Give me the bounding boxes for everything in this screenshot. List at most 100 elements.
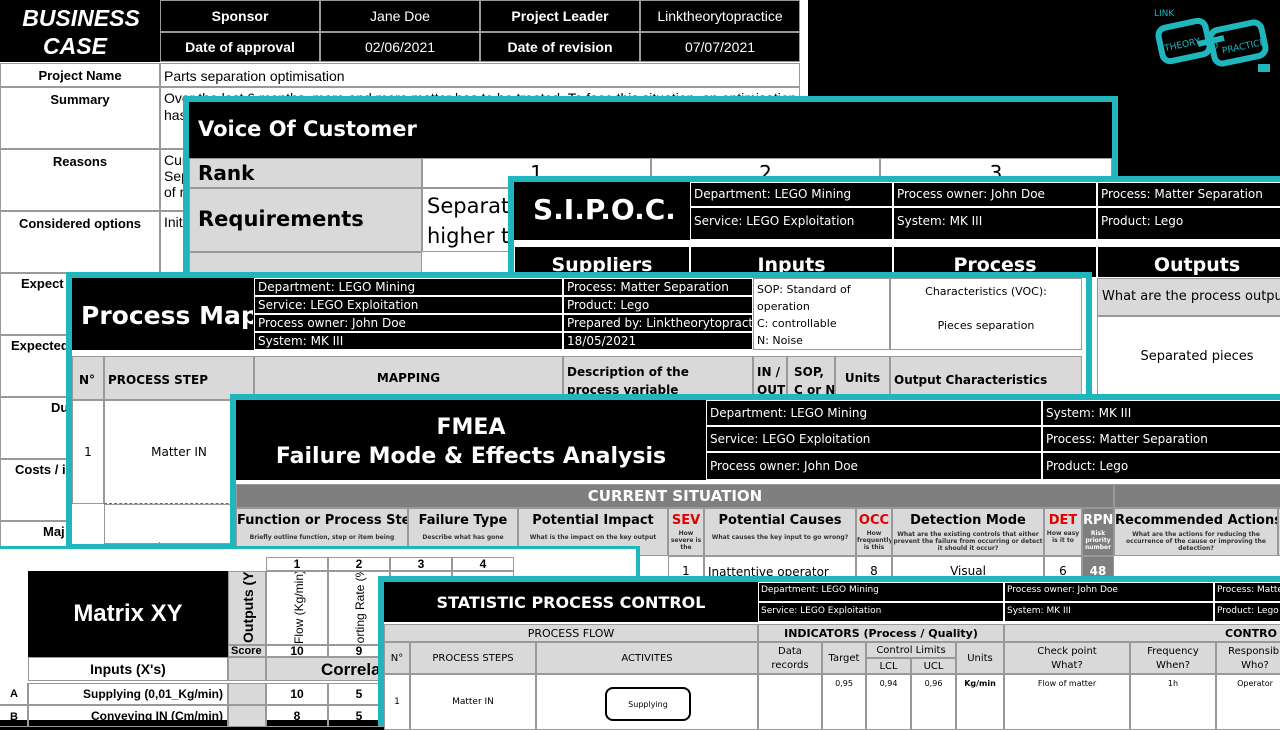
pm-row1-n: 1 — [72, 400, 104, 504]
matrix-row-b-name[interactable]: Conveying IN (Cm/min) — [28, 705, 228, 727]
fmea-owner: Process owner: John Doe — [706, 452, 1042, 480]
revision-label: Date of revision — [480, 32, 640, 62]
spc-sheet: STATISTIC PROCESS CONTROL Department: LE… — [378, 576, 1280, 730]
fmea-situation-right — [1114, 484, 1280, 508]
fmea-department: Department: LEGO Mining — [706, 400, 1042, 426]
fmea-system: System: MK III — [1042, 400, 1280, 426]
matrix-output-1[interactable]: Flow (Kg/min) — [266, 571, 328, 645]
voc-title: Voice Of Customer — [189, 102, 1112, 158]
spc-h-target: Target — [822, 642, 866, 674]
spc-department: Department: LEGO Mining — [758, 582, 1004, 602]
svg-text:TO: TO — [1204, 41, 1219, 54]
row-reasons: Reasons — [0, 149, 160, 211]
matrix-row-b-letter: B — [0, 705, 28, 727]
pm-prepared: Prepared by: Linktheorytopractice — [563, 314, 753, 332]
pm-characteristics: Characteristics (VOC): Pieces separation — [890, 278, 1082, 350]
spc-h-data: Data records — [758, 642, 822, 674]
fmea-service: Service: LEGO Exploitation — [706, 426, 1042, 452]
voc-requirements-label: Requirements — [189, 188, 422, 252]
fmea-h-det: DET How easy is it to — [1044, 508, 1082, 556]
spc-h-lcl: LCL — [866, 658, 911, 674]
matrix-col-2: 2 — [328, 557, 390, 571]
matrix-title: Matrix XY — [28, 571, 228, 657]
voc-rank-label: Rank — [189, 158, 422, 188]
spc-row-responsible[interactable]: Operator — [1216, 674, 1280, 730]
approval-label: Date of approval — [160, 32, 320, 62]
pm-product: Product: Lego — [563, 296, 753, 314]
approval-value[interactable]: 02/06/2021 — [320, 32, 480, 62]
sipoc-process: Process: Matter Separation — [1097, 182, 1280, 207]
pm-process: Process: Matter Separation — [563, 278, 753, 296]
sponsor-value[interactable]: Jane Doe — [320, 0, 480, 32]
spc-h-frequency: Frequency When? — [1130, 642, 1216, 674]
leader-value[interactable]: Linktheorytopractice — [640, 0, 800, 32]
pm-service: Service: LEGO Exploitation — [254, 296, 563, 314]
spc-row-data[interactable] — [758, 674, 822, 730]
spc-process: Process: Matter — [1214, 582, 1280, 602]
sponsor-label: Sponsor — [160, 0, 320, 32]
fmea-h-occ: OCC How frequently is this — [856, 508, 892, 556]
matrix-row-a-v1[interactable]: 10 — [266, 683, 328, 705]
svg-text:LINK: LINK — [1154, 9, 1175, 19]
spc-h-n: N° — [384, 642, 410, 674]
fmea-h-rpn: RPN Risk priority number — [1082, 508, 1114, 556]
matrix-outputs-label: Outputs (Y's) — [228, 571, 266, 645]
pm-owner: Process owner: John Doe — [254, 314, 563, 332]
spc-service: Service: LEGO Exploitation — [758, 602, 1004, 622]
spc-h-units: Units — [956, 642, 1004, 674]
spc-row-n: 1 — [384, 674, 410, 730]
matrix-inputs-label: Inputs (X's) — [28, 657, 228, 681]
process-map-title: Process Map — [72, 278, 254, 350]
spc-row-lcl[interactable]: 0,94 — [866, 674, 911, 730]
spc-row-step[interactable]: Matter IN — [410, 674, 536, 730]
business-case-title: BUSINESS CASE — [0, 0, 160, 62]
spc-indicators: INDICATORS (Process / Quality) — [758, 624, 1004, 642]
spc-row-ucl[interactable]: 0,96 — [911, 674, 956, 730]
svg-text:THEORY: THEORY — [1163, 37, 1202, 55]
spc-activity-box[interactable]: Supplying — [605, 687, 691, 721]
spc-h-limits: Control Limits — [866, 642, 956, 658]
logo-graphic: LINK THEORY TO PRACTICE — [1154, 9, 1270, 72]
pm-date: 18/05/2021 — [563, 332, 753, 350]
spc-control: CONTRO — [1004, 624, 1280, 642]
spc-title: STATISTIC PROCESS CONTROL — [384, 582, 758, 622]
row-summary: Summary — [0, 87, 160, 149]
project-name-value[interactable]: Parts separation optimisation — [160, 63, 800, 87]
fmea-process: Process: Matter Separation — [1042, 426, 1280, 452]
matrix-row-b-v1[interactable]: 8 — [266, 705, 328, 727]
pm-system: System: MK III — [254, 332, 563, 350]
spc-process-flow: PROCESS FLOW — [384, 624, 758, 642]
fmea-current-situation: CURRENT SITUATION — [236, 484, 1114, 508]
revision-value[interactable]: 07/07/2021 — [640, 32, 800, 62]
fmea-product: Product: Lego — [1042, 452, 1280, 480]
spc-row-activity-cell: Supplying — [536, 674, 758, 730]
spc-row-frequency[interactable]: 1h — [1130, 674, 1216, 730]
matrix-score-label: Score — [228, 645, 266, 657]
spc-h-ucl: UCL — [911, 658, 956, 674]
matrix-col-1: 1 — [266, 557, 328, 571]
sipoc-owner: Process owner: John Doe — [893, 182, 1097, 207]
matrix-score-1: 10 — [266, 645, 328, 657]
sipoc-department: Department: LEGO Mining — [690, 182, 893, 207]
pm-sop-legend: SOP: Standard of operation C: controllable… — [753, 278, 890, 350]
fmea-h-causes: Potential Causes What causes the key inpu… — [704, 508, 856, 556]
sipoc-title: S.I.P.O.C. — [514, 182, 690, 240]
matrix-col-4: 4 — [452, 557, 514, 571]
matrix-row-a-name[interactable]: Supplying (0,01_Kg/min) — [28, 683, 228, 705]
sipoc-product: Product: Lego — [1097, 207, 1280, 240]
matrix-row-b-gap — [228, 705, 266, 727]
spc-row-target[interactable]: 0,95 — [822, 674, 866, 730]
sipoc-outputs-header: Outputs — [1097, 246, 1280, 278]
row-considered-options: Considered options — [0, 211, 160, 273]
spc-owner: Process owner: John Doe — [1004, 582, 1214, 602]
fmea-h-detection: Detection Mode What are the existing cont… — [892, 508, 1044, 556]
spc-h-activites: ACTIVITES — [536, 642, 758, 674]
matrix-correlation-label: Correla — [266, 657, 390, 681]
matrix-col-3: 3 — [390, 557, 452, 571]
fmea-h-sev: SEV How severe is the — [668, 508, 704, 556]
spc-row-check[interactable]: Flow of matter — [1004, 674, 1130, 730]
pm-header-n: N° — [72, 356, 104, 400]
sipoc-system: System: MK III — [893, 207, 1097, 240]
spc-row-units[interactable]: Kg/min — [956, 674, 1004, 730]
sipoc-outputs-value[interactable]: Separated pieces — [1097, 316, 1280, 396]
